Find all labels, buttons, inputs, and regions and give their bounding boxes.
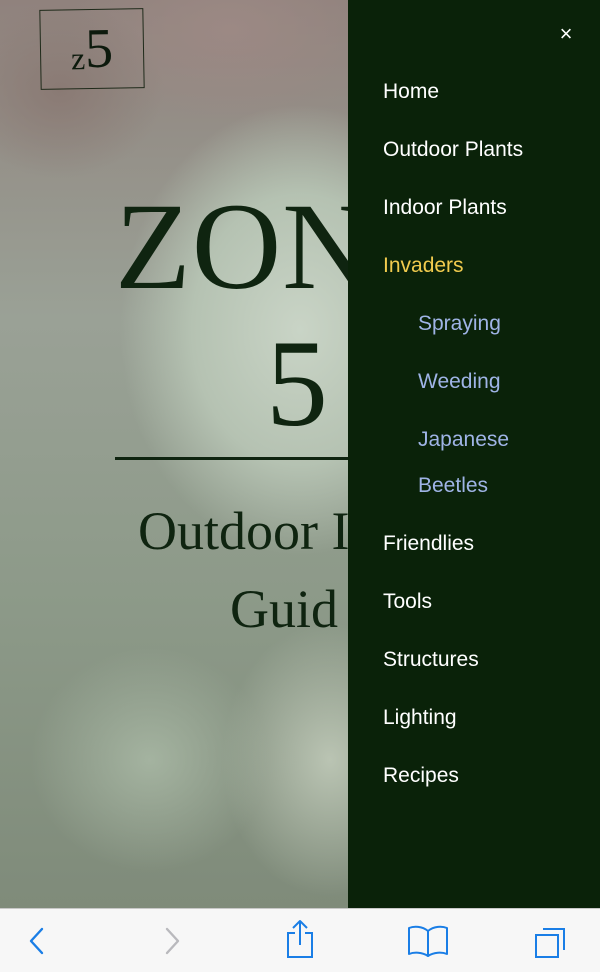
nav-item-friendlies[interactable]: Friendlies	[383, 521, 474, 567]
bookmarks-icon	[408, 925, 448, 957]
back-button[interactable]	[18, 923, 58, 959]
nav-item-indoor-plants[interactable]: Indoor Plants	[383, 185, 507, 231]
hero-subtitle-line2: Guid	[230, 579, 338, 639]
logo-number: 5	[84, 17, 114, 81]
nav-drawer: × Home Outdoor Plants Indoor Plants Inva…	[348, 0, 600, 908]
nav-item-outdoor-plants[interactable]: Outdoor Plants	[383, 127, 523, 173]
nav-item-tools[interactable]: Tools	[383, 579, 432, 625]
bookmarks-button[interactable]	[405, 923, 451, 959]
nav-subitem-weeding[interactable]: Weeding	[418, 359, 501, 405]
close-button[interactable]: ×	[554, 22, 578, 46]
forward-button[interactable]	[152, 923, 192, 959]
share-icon	[287, 920, 313, 958]
site-logo[interactable]: z 5	[39, 8, 145, 90]
browser-toolbar	[0, 908, 600, 972]
logo-letter: z	[70, 39, 86, 76]
hero-subtitle-line1: Outdoor I	[138, 501, 350, 561]
nav-item-invaders[interactable]: Invaders	[383, 243, 464, 289]
nav-item-home[interactable]: Home	[383, 69, 439, 115]
nav-item-structures[interactable]: Structures	[383, 637, 479, 683]
nav-item-recipes[interactable]: Recipes	[383, 753, 459, 799]
nav-subitem-japanese-beetles[interactable]: Japanese Beetles	[418, 417, 548, 509]
back-icon	[29, 927, 44, 955]
tabs-icon	[535, 928, 565, 958]
tabs-button[interactable]	[532, 923, 572, 959]
share-button[interactable]	[280, 919, 320, 959]
hero-title-number: 5	[266, 315, 328, 452]
forward-icon	[165, 927, 180, 955]
nav-subitem-spraying[interactable]: Spraying	[418, 301, 501, 347]
nav-item-lighting[interactable]: Lighting	[383, 695, 457, 741]
